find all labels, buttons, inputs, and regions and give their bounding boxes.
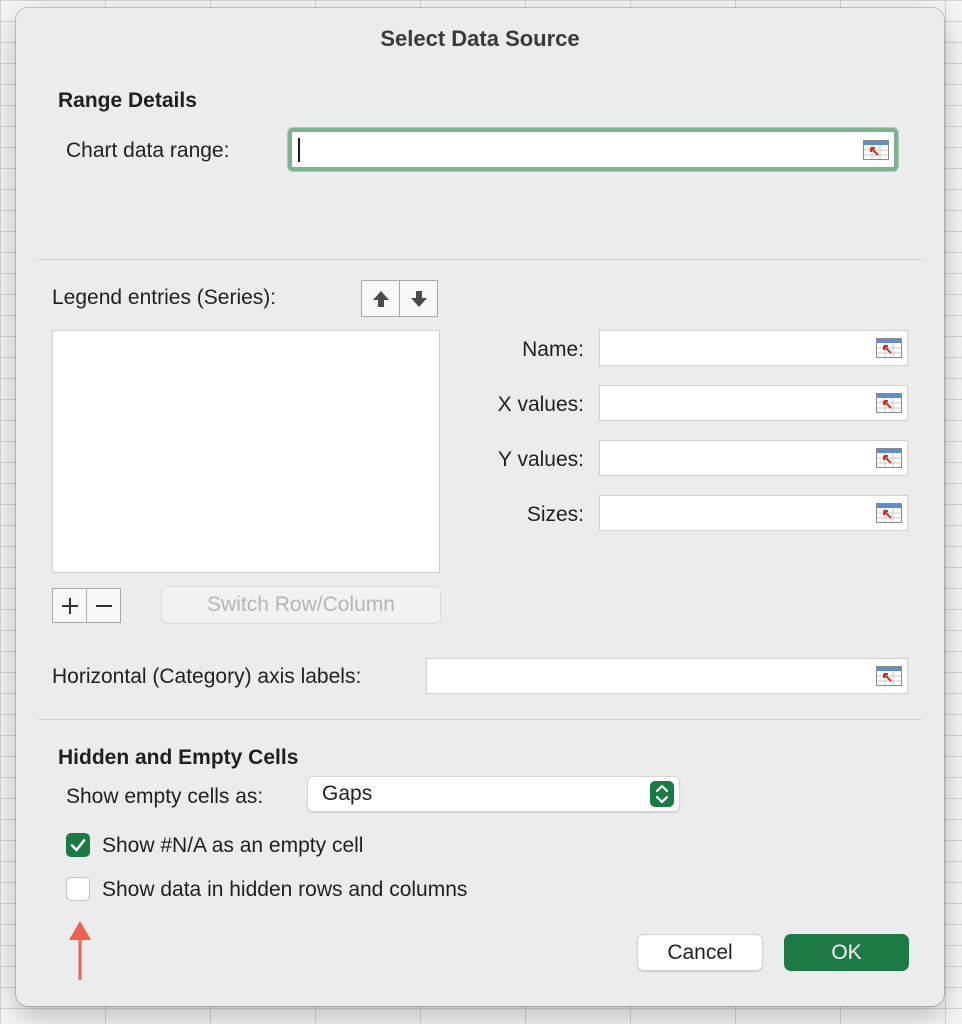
annotation-arrow-icon: [69, 921, 91, 980]
move-down-button[interactable]: [399, 281, 437, 316]
show-empty-cells-value: Gaps: [322, 782, 373, 805]
series-order-control: [361, 280, 438, 317]
chart-data-range-label: Chart data range:: [66, 139, 230, 162]
y-values-field[interactable]: [599, 440, 908, 476]
show-hidden-data-label: Show data in hidden rows and columns: [102, 878, 468, 901]
separator-top: [38, 259, 922, 260]
y-values-input[interactable]: [600, 441, 907, 475]
minus-icon: [95, 604, 112, 607]
separator-bottom: [38, 719, 922, 720]
axis-labels-label: Horizontal (Category) axis labels:: [52, 665, 362, 688]
show-na-checkbox[interactable]: [66, 833, 90, 857]
series-list[interactable]: [52, 330, 440, 573]
cancel-button[interactable]: Cancel: [637, 934, 763, 971]
remove-series-button[interactable]: [86, 589, 120, 622]
switch-row-column-button[interactable]: Switch Row/Column: [161, 586, 441, 624]
move-up-button[interactable]: [362, 281, 399, 316]
arrow-down-icon: [410, 290, 427, 307]
text-caret: [298, 138, 300, 162]
checkmark-icon: [70, 839, 86, 852]
select-data-source-dialog: Select Data Source Range Details Chart d…: [16, 8, 944, 1006]
axis-labels-field[interactable]: [426, 658, 908, 694]
name-field[interactable]: [599, 330, 908, 366]
arrow-up-icon: [372, 290, 389, 307]
plus-icon: [61, 597, 78, 614]
y-values-label: Y values:: [498, 448, 584, 471]
collapse-y-values-icon[interactable]: [876, 448, 902, 468]
show-empty-cells-label: Show empty cells as:: [66, 785, 264, 808]
x-values-field[interactable]: [599, 385, 908, 421]
collapse-x-values-icon[interactable]: [876, 393, 902, 413]
name-input[interactable]: [600, 331, 907, 365]
collapse-axis-labels-icon[interactable]: [876, 666, 902, 686]
ok-button[interactable]: OK: [784, 934, 909, 971]
hidden-empty-heading: Hidden and Empty Cells: [58, 746, 299, 769]
show-na-label: Show #N/A as an empty cell: [102, 834, 364, 857]
show-empty-cells-select[interactable]: Gaps: [307, 776, 680, 812]
collapse-name-icon[interactable]: [876, 338, 902, 358]
show-hidden-data-checkbox[interactable]: [66, 877, 90, 901]
sizes-field[interactable]: [599, 495, 908, 531]
x-values-label: X values:: [497, 393, 584, 416]
x-values-input[interactable]: [600, 386, 907, 420]
range-details-heading: Range Details: [58, 89, 197, 112]
chart-data-range-field[interactable]: [288, 128, 898, 171]
collapse-range-icon[interactable]: [863, 139, 889, 160]
legend-entries-label: Legend entries (Series):: [52, 286, 277, 309]
sizes-input[interactable]: [600, 496, 907, 530]
chart-data-range-input[interactable]: [292, 132, 894, 167]
select-stepper-icon: [650, 781, 674, 807]
axis-labels-input[interactable]: [427, 659, 907, 693]
dialog-title: Select Data Source: [380, 26, 580, 51]
name-label: Name:: [522, 338, 584, 361]
add-remove-series-control: [52, 588, 121, 623]
sizes-label: Sizes:: [526, 503, 584, 526]
collapse-sizes-icon[interactable]: [876, 503, 902, 523]
add-series-button[interactable]: [53, 589, 86, 622]
